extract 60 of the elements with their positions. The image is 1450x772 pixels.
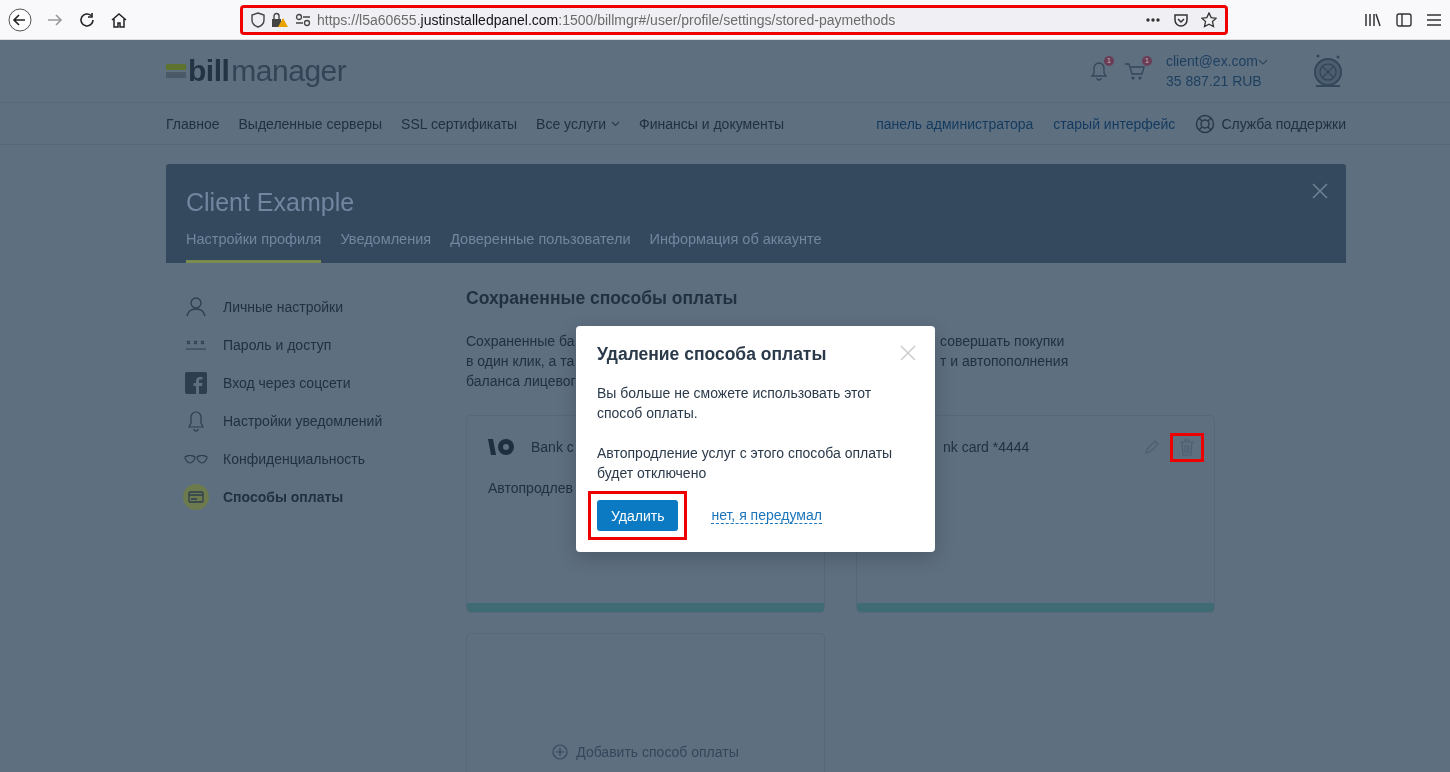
person-icon [186,297,206,317]
sidebar-item[interactable]: Способы оплаты [183,478,466,516]
sidebar-item[interactable]: Настройки уведомлений [183,402,466,440]
cancel-link[interactable]: нет, я передумал [711,507,822,524]
header-link[interactable]: панель администратора [876,115,1034,132]
chevron-down-icon [611,120,621,127]
sidebar-item[interactable]: Вход через соцсети [183,364,466,402]
sidebar-item[interactable]: Конфиденциальность [183,440,466,478]
address-bar[interactable]: https://l5a60655.justinstalledpanel.com:1500/billmgr#/user/profile/settings/stored-paymethods [240,4,1228,35]
header-link[interactable]: старый интерфейс [1053,115,1176,132]
autorenew-text: Автопродлев [488,480,573,496]
dialog-title: Удаление способа оплаты [597,344,827,365]
description-text: Сохраненные ба [466,332,576,351]
description-text: баланса лицевог [466,372,576,391]
logo-mark-icon [166,64,186,78]
profile-tab[interactable]: Доверенные пользователи [450,231,631,263]
bell-icon [187,410,205,432]
card-name: nk card *4444 [943,439,1030,455]
url-text: https://l5a60655.justinstalledpanel.com:1500/billmgr#/user/profile/settings/stored-paymethods [317,11,896,28]
nav-link[interactable]: Выделенные серверы [238,115,383,132]
balance-text: 35 887.21 RUB [1165,73,1263,89]
chevron-down-icon [1258,58,1268,66]
shield-icon [251,11,265,28]
star-icon[interactable] [1201,11,1217,28]
pocket-icon[interactable] [1173,11,1189,28]
back-icon[interactable] [8,7,32,32]
permissions-icon [295,12,311,27]
reload-icon[interactable] [78,10,96,29]
description-text: совершать покупки [940,332,1066,351]
dialog-text: Автопродление услуг с этого способа оплаты будет отключено [597,444,894,483]
sidebar-icon[interactable] [1396,11,1412,28]
user-menu[interactable]: client@ex.com [1165,53,1268,69]
profile-title: Client Example [186,188,355,217]
nav-link[interactable]: Все услуги [536,115,621,132]
profile-tab[interactable]: Настройки профиля [186,231,322,263]
profile-tab[interactable]: Уведомления [340,231,432,263]
payment-logo-icon [487,437,515,457]
support-link[interactable]: Служба поддержки [1195,113,1346,134]
facebook-icon [185,372,207,394]
nav-link[interactable]: SSL сертификаты [401,115,518,132]
nav-link[interactable]: Финансы и документы [639,115,785,132]
sidebar-item[interactable]: Пароль и доступ [183,326,466,364]
nav-link[interactable]: Главное [166,115,220,132]
lock-warning-icon [271,11,289,28]
more-icon[interactable] [1145,16,1161,23]
menu-icon[interactable] [1426,12,1442,27]
password-icon [185,340,207,350]
section-title: Сохраненные способы оплаты [466,288,739,309]
description-text: в один клик, а та [466,352,576,371]
sidebar-item[interactable]: Личные настройки [183,288,466,326]
library-icon[interactable] [1364,11,1382,28]
card-name: Bank c [531,439,574,455]
profile-tab[interactable]: Информация об аккаунте [649,231,822,263]
description-text: т и автопополнения [940,352,1070,371]
lifebuoy-icon [1195,113,1216,134]
home-icon[interactable] [110,10,128,29]
credit-card-icon [188,491,204,503]
delete-button[interactable]: Удалить [597,500,679,531]
plus-circle-icon [552,744,569,760]
dialog-text: Вы больше не сможете использовать этот способ оплаты. [597,384,873,423]
